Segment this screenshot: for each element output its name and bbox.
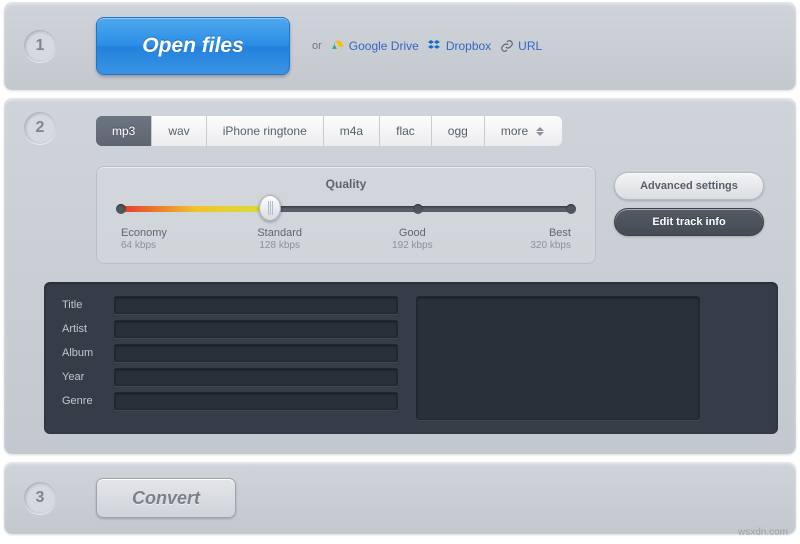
format-tab-m4a[interactable]: m4a <box>324 116 380 146</box>
meta-input-title[interactable] <box>114 296 398 314</box>
step-3-badge: 3 <box>24 482 56 514</box>
format-tab-wav[interactable]: wav <box>152 116 206 146</box>
url-link[interactable]: URL <box>500 39 542 53</box>
chevron-updown-icon <box>536 127 546 136</box>
meta-input-genre[interactable] <box>114 392 398 410</box>
meta-label-genre: Genre <box>62 395 106 407</box>
format-tab-iPhone-ringtone[interactable]: iPhone ringtone <box>207 116 324 146</box>
format-tabs: mp3waviPhone ringtonem4aflacoggmore <box>96 116 562 146</box>
advanced-settings-button[interactable]: Advanced settings <box>614 172 764 200</box>
open-files-button[interactable]: Open files <box>96 17 290 75</box>
google-drive-label: Google Drive <box>349 39 419 53</box>
meta-input-year[interactable] <box>114 368 398 386</box>
meta-row-year: Year <box>62 368 398 386</box>
meta-row-genre: Genre <box>62 392 398 410</box>
quality-label-best: Best320 kbps <box>519 227 571 251</box>
meta-label-title: Title <box>62 299 106 311</box>
step-1-panel: 1 Open files or Google Drive Dropbox URL <box>4 2 796 90</box>
format-tab-more[interactable]: more <box>485 116 562 146</box>
meta-row-title: Title <box>62 296 398 314</box>
google-drive-link[interactable]: Google Drive <box>331 39 419 53</box>
convert-button[interactable]: Convert <box>96 478 236 518</box>
slider-stop-0[interactable] <box>116 204 126 214</box>
meta-input-album[interactable] <box>114 344 398 362</box>
quality-title: Quality <box>121 177 571 191</box>
format-tab-ogg[interactable]: ogg <box>432 116 485 146</box>
meta-label-artist: Artist <box>62 323 106 335</box>
quality-label-economy: Economy64 kbps <box>121 227 173 251</box>
quality-label-standard: Standard128 kbps <box>254 227 306 251</box>
meta-label-year: Year <box>62 371 106 383</box>
dropbox-icon <box>428 39 442 53</box>
meta-row-album: Album <box>62 344 398 362</box>
format-tab-mp3[interactable]: mp3 <box>96 116 152 146</box>
cover-art-box[interactable] <box>416 296 700 420</box>
quality-slider[interactable] <box>121 201 571 217</box>
meta-row-artist: Artist <box>62 320 398 338</box>
or-text: or <box>312 40 322 52</box>
step-1-badge: 1 <box>24 30 56 62</box>
url-label: URL <box>518 39 542 53</box>
slider-stop-2[interactable] <box>413 204 423 214</box>
meta-input-artist[interactable] <box>114 320 398 338</box>
meta-label-album: Album <box>62 347 106 359</box>
edit-track-info-button[interactable]: Edit track info <box>614 208 764 236</box>
slider-fill <box>121 206 270 212</box>
quality-label-good: Good192 kbps <box>386 227 438 251</box>
track-info-panel: Title Artist Album Year Genre <box>44 282 778 434</box>
slider-knob[interactable] <box>259 195 281 221</box>
step-2-panel: 2 mp3waviPhone ringtonem4aflacoggmore Qu… <box>4 98 796 454</box>
slider-stop-3[interactable] <box>566 204 576 214</box>
watermark: wsxdn.com <box>738 527 788 538</box>
quality-panel: Quality Economy64 kbps Standard128 kbps Go… <box>96 166 596 264</box>
dropbox-label: Dropbox <box>446 39 491 53</box>
format-tab-flac[interactable]: flac <box>380 116 432 146</box>
step-3-panel: 3 Convert <box>4 462 796 534</box>
step-2-badge: 2 <box>24 112 56 144</box>
dropbox-link[interactable]: Dropbox <box>428 39 491 53</box>
link-icon <box>500 39 514 53</box>
google-drive-icon <box>331 39 345 53</box>
